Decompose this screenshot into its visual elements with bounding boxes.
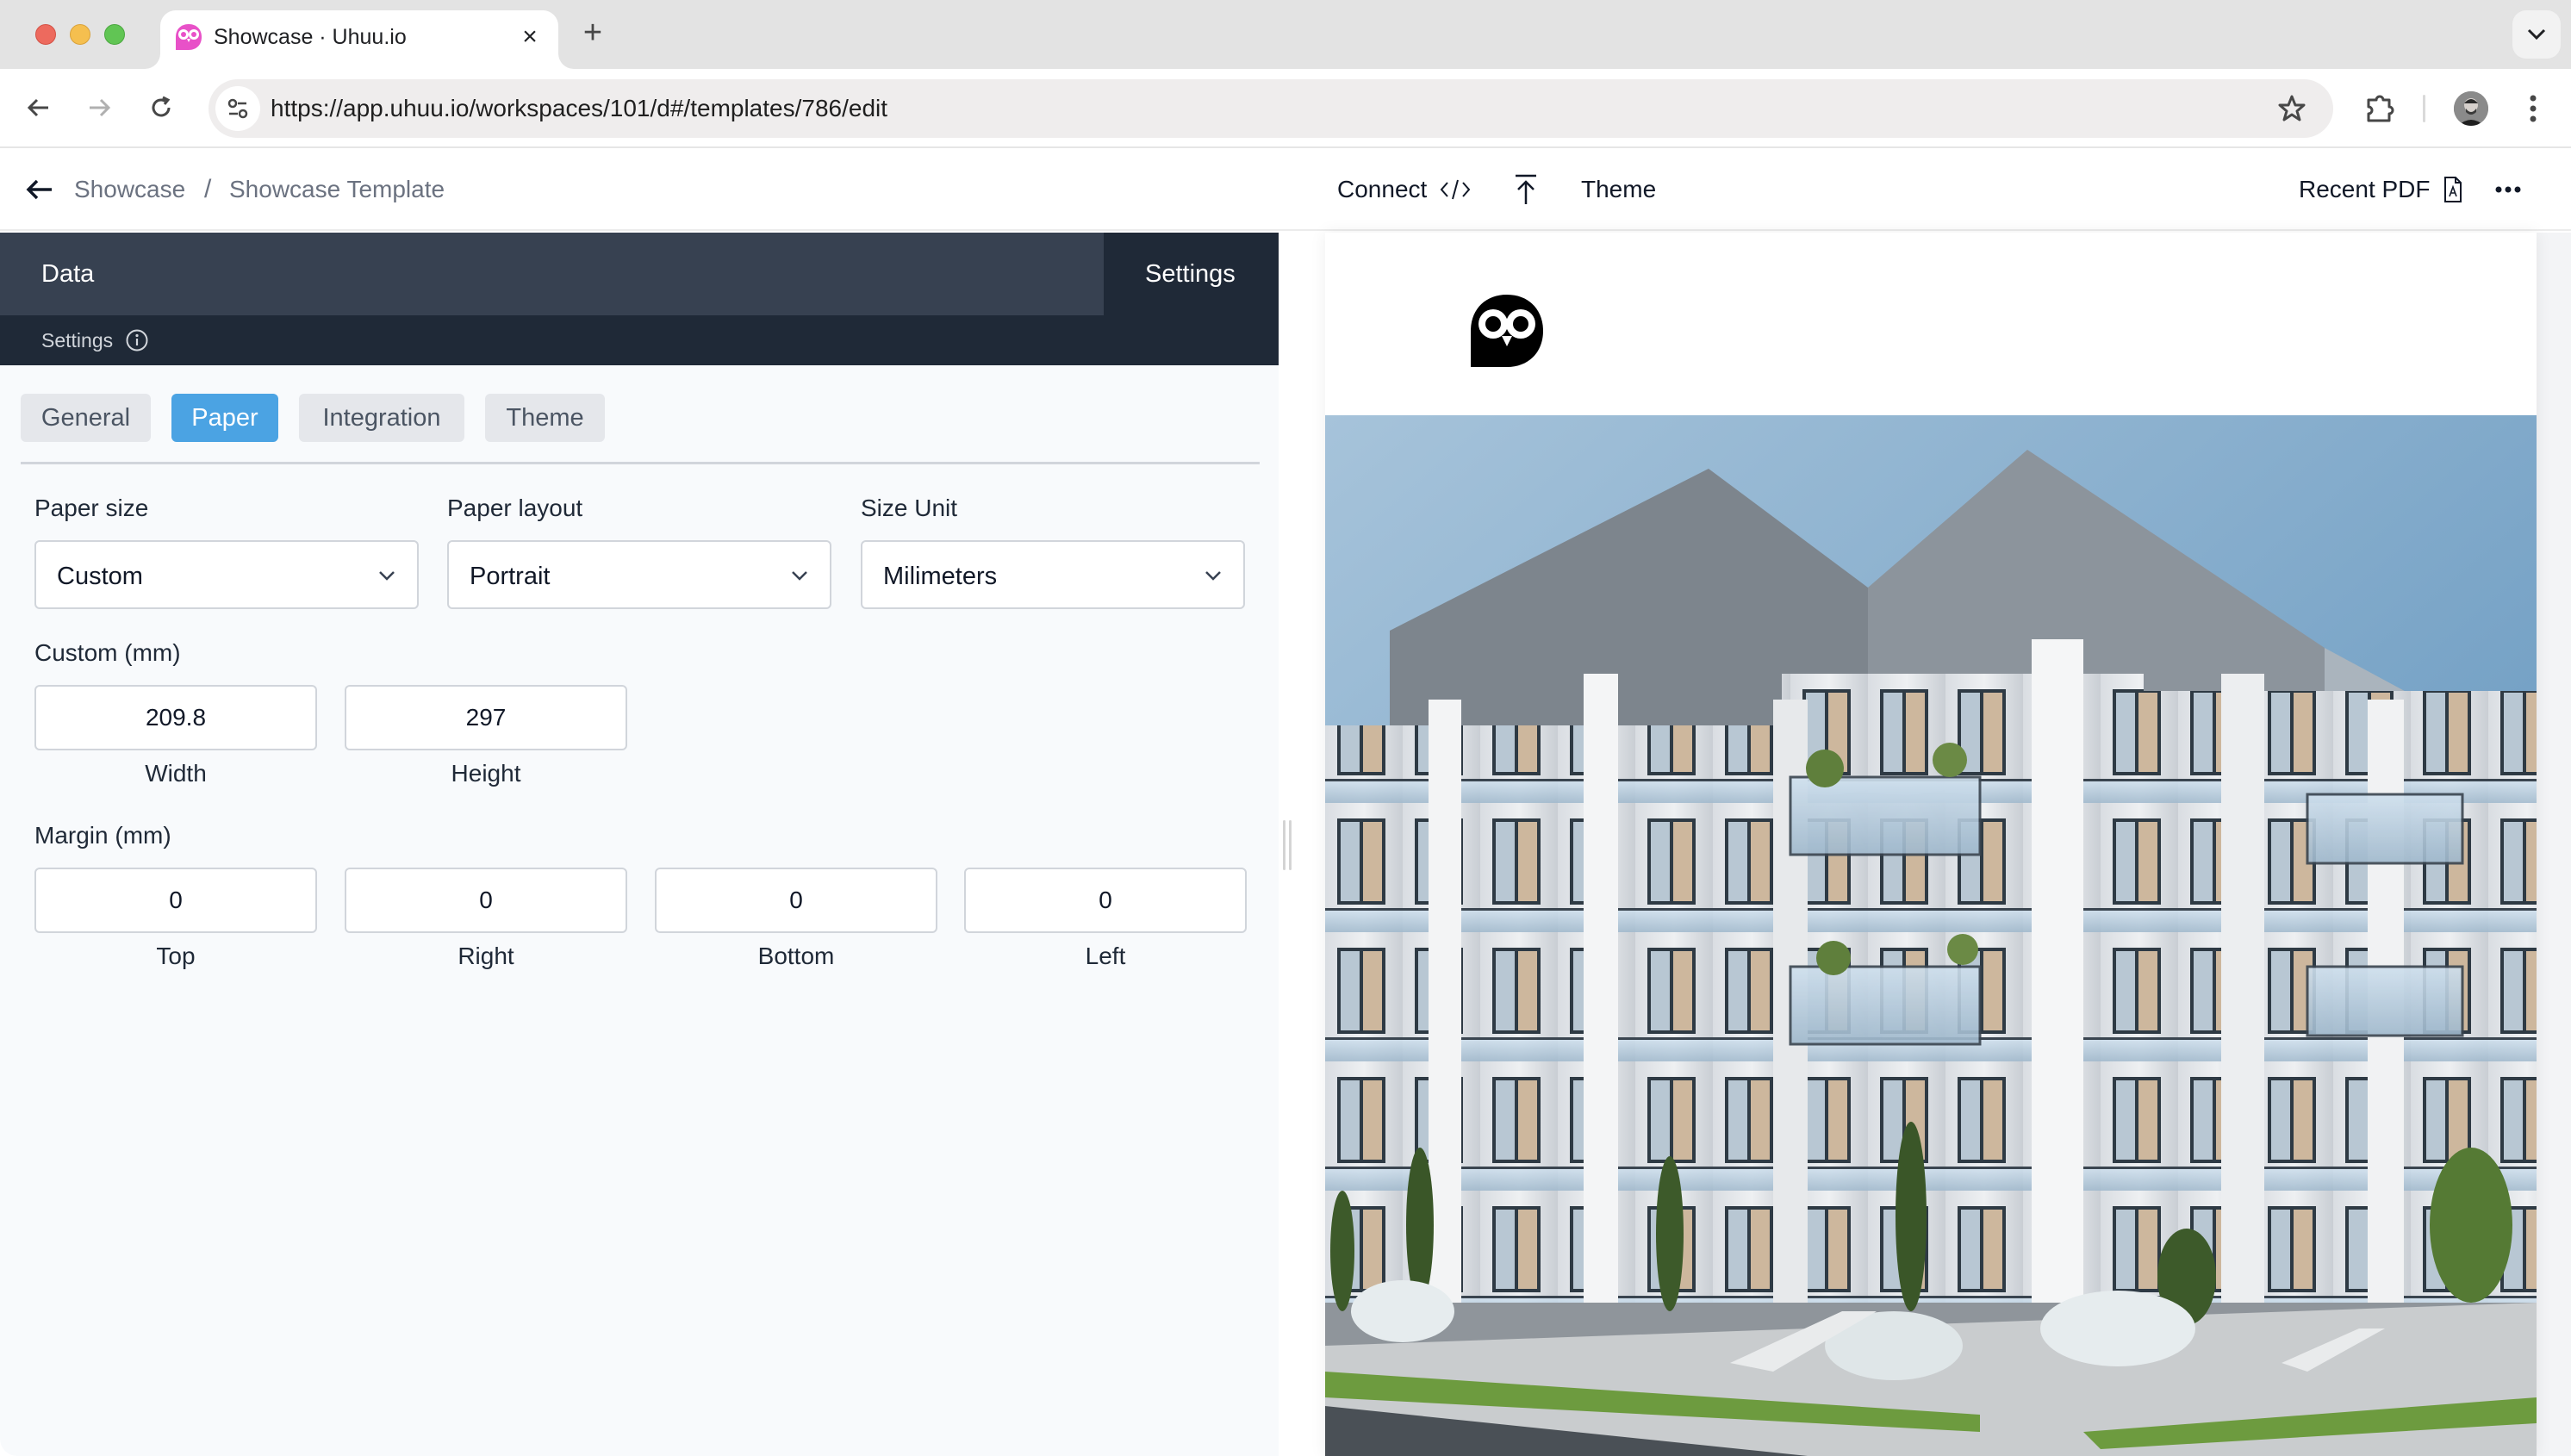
- uhuu-favicon-icon: [176, 24, 202, 50]
- size-unit-select[interactable]: Milimeters: [861, 540, 1245, 609]
- back-button[interactable]: [19, 88, 59, 128]
- subheader-title: Settings: [41, 329, 114, 352]
- chevron-down-icon: [792, 571, 807, 581]
- size-unit-label: Size Unit: [861, 495, 958, 521]
- window-minimize-button[interactable]: [70, 24, 90, 45]
- arrow-left-icon: [26, 179, 52, 200]
- profile-photo-icon: [2454, 91, 2488, 126]
- margin-right-label: Right: [458, 943, 514, 969]
- code-icon: [1440, 179, 1471, 200]
- tab-close-icon[interactable]: ×: [515, 22, 545, 52]
- breadcrumb-template: Showcase Template: [229, 176, 445, 202]
- info-icon[interactable]: [125, 328, 149, 352]
- bookmark-button[interactable]: [2273, 90, 2311, 128]
- recent-pdf-label: Recent PDF: [2299, 176, 2431, 202]
- browser-toolbar: https://app.uhuu.io/workspaces/101/d#/te…: [0, 69, 2571, 148]
- tune-icon: [227, 98, 248, 119]
- paper-size-value: Custom: [57, 563, 143, 590]
- custom-size-label: Custom (mm): [34, 639, 181, 666]
- margin-right-input[interactable]: [345, 868, 627, 933]
- paper-layout-select[interactable]: Portrait: [447, 540, 831, 609]
- browser-tab-bar: Showcase · Uhuu.io × +: [0, 0, 2571, 69]
- upload-arrow-icon: [1516, 174, 1536, 204]
- paper-layout-value: Portrait: [470, 563, 551, 590]
- reload-icon: [152, 96, 171, 117]
- export-button[interactable]: [1513, 172, 1539, 207]
- app-header: Showcase / Showcase Template Connect The…: [0, 148, 2571, 231]
- site-info-button[interactable]: [215, 86, 260, 131]
- margin-top-input[interactable]: [34, 868, 317, 933]
- tab-data[interactable]: Data: [0, 233, 1104, 315]
- breadcrumb-separator: /: [204, 175, 212, 203]
- building-photo: [1325, 415, 2537, 1456]
- browser-menu-button[interactable]: [2516, 88, 2550, 129]
- settings-panel: Data Settings Settings General Paper Int…: [0, 233, 1279, 1456]
- tab-title: Showcase · Uhuu.io: [214, 25, 407, 49]
- more-horizontal-icon: [2495, 186, 2521, 193]
- pdf-file-icon: [2443, 177, 2462, 202]
- browser-tab-active[interactable]: Showcase · Uhuu.io ×: [160, 10, 558, 69]
- tab-settings-label: Settings: [1145, 260, 1236, 288]
- paper-size-select[interactable]: Custom: [34, 540, 419, 609]
- address-bar[interactable]: https://app.uhuu.io/workspaces/101/d#/te…: [209, 79, 2333, 138]
- theme-button[interactable]: Theme: [1581, 172, 1656, 207]
- reload-button[interactable]: [141, 88, 181, 128]
- new-tab-button[interactable]: +: [577, 16, 608, 49]
- panel-tab-bar: Data Settings: [0, 233, 1279, 315]
- window-maximize-button[interactable]: [104, 24, 125, 45]
- more-vertical-icon: [2530, 95, 2537, 122]
- preview-page: [1325, 233, 2537, 1456]
- margin-label: Margin (mm): [34, 822, 171, 849]
- panel-subheader: Settings: [0, 315, 1279, 365]
- margin-top-label: Top: [156, 943, 196, 969]
- window-close-button[interactable]: [35, 24, 56, 45]
- margin-left-label: Left: [1085, 943, 1126, 969]
- paper-layout-label: Paper layout: [447, 495, 583, 521]
- height-label: Height: [451, 760, 521, 787]
- star-icon: [2278, 95, 2306, 121]
- chevron-down-icon: [2527, 28, 2546, 40]
- profile-avatar[interactable]: [2454, 91, 2488, 126]
- more-options-button[interactable]: [2495, 172, 2521, 207]
- chevron-down-icon: [1205, 571, 1221, 581]
- paper-size-label: Paper size: [34, 495, 149, 521]
- subtab-general[interactable]: General: [21, 394, 151, 442]
- margin-bottom-input[interactable]: [655, 868, 937, 933]
- recent-pdf-button[interactable]: Recent PDF: [2299, 172, 2463, 207]
- margin-left-input[interactable]: [964, 868, 1247, 933]
- back-to-workspace-button[interactable]: [22, 174, 57, 205]
- toolbar-divider: [2423, 95, 2425, 122]
- forward-button[interactable]: [79, 88, 119, 128]
- panel-resize-handle[interactable]: [1279, 233, 1325, 1456]
- tab-settings[interactable]: Settings: [1104, 233, 1279, 315]
- uhuu-owl-logo-icon: [1471, 295, 1543, 367]
- puzzle-icon: [2367, 95, 2394, 122]
- height-input[interactable]: [345, 685, 627, 750]
- arrow-left-icon: [27, 98, 48, 117]
- connect-button[interactable]: Connect: [1337, 172, 1472, 207]
- subtab-integration[interactable]: Integration: [299, 394, 464, 442]
- grip-line: [1289, 820, 1292, 870]
- theme-label: Theme: [1581, 176, 1657, 202]
- arrow-right-icon: [90, 98, 111, 117]
- subtab-paper[interactable]: Paper: [171, 394, 278, 442]
- url-text[interactable]: https://app.uhuu.io/workspaces/101/d#/te…: [271, 79, 887, 138]
- chevron-down-icon: [379, 571, 395, 581]
- width-label: Width: [145, 760, 207, 787]
- extensions-button[interactable]: [2359, 88, 2400, 129]
- breadcrumb-workspace[interactable]: Showcase: [74, 174, 185, 205]
- margin-bottom-label: Bottom: [757, 943, 835, 969]
- width-input[interactable]: [34, 685, 317, 750]
- document-preview: [1325, 233, 2571, 1456]
- grip-line: [1283, 820, 1286, 870]
- section-divider: [21, 462, 1260, 464]
- size-unit-value: Milimeters: [883, 563, 998, 590]
- subtab-theme[interactable]: Theme: [485, 394, 605, 442]
- tab-search-button[interactable]: [2512, 10, 2561, 59]
- connect-label: Connect: [1337, 176, 1428, 202]
- tab-data-label: Data: [41, 260, 95, 288]
